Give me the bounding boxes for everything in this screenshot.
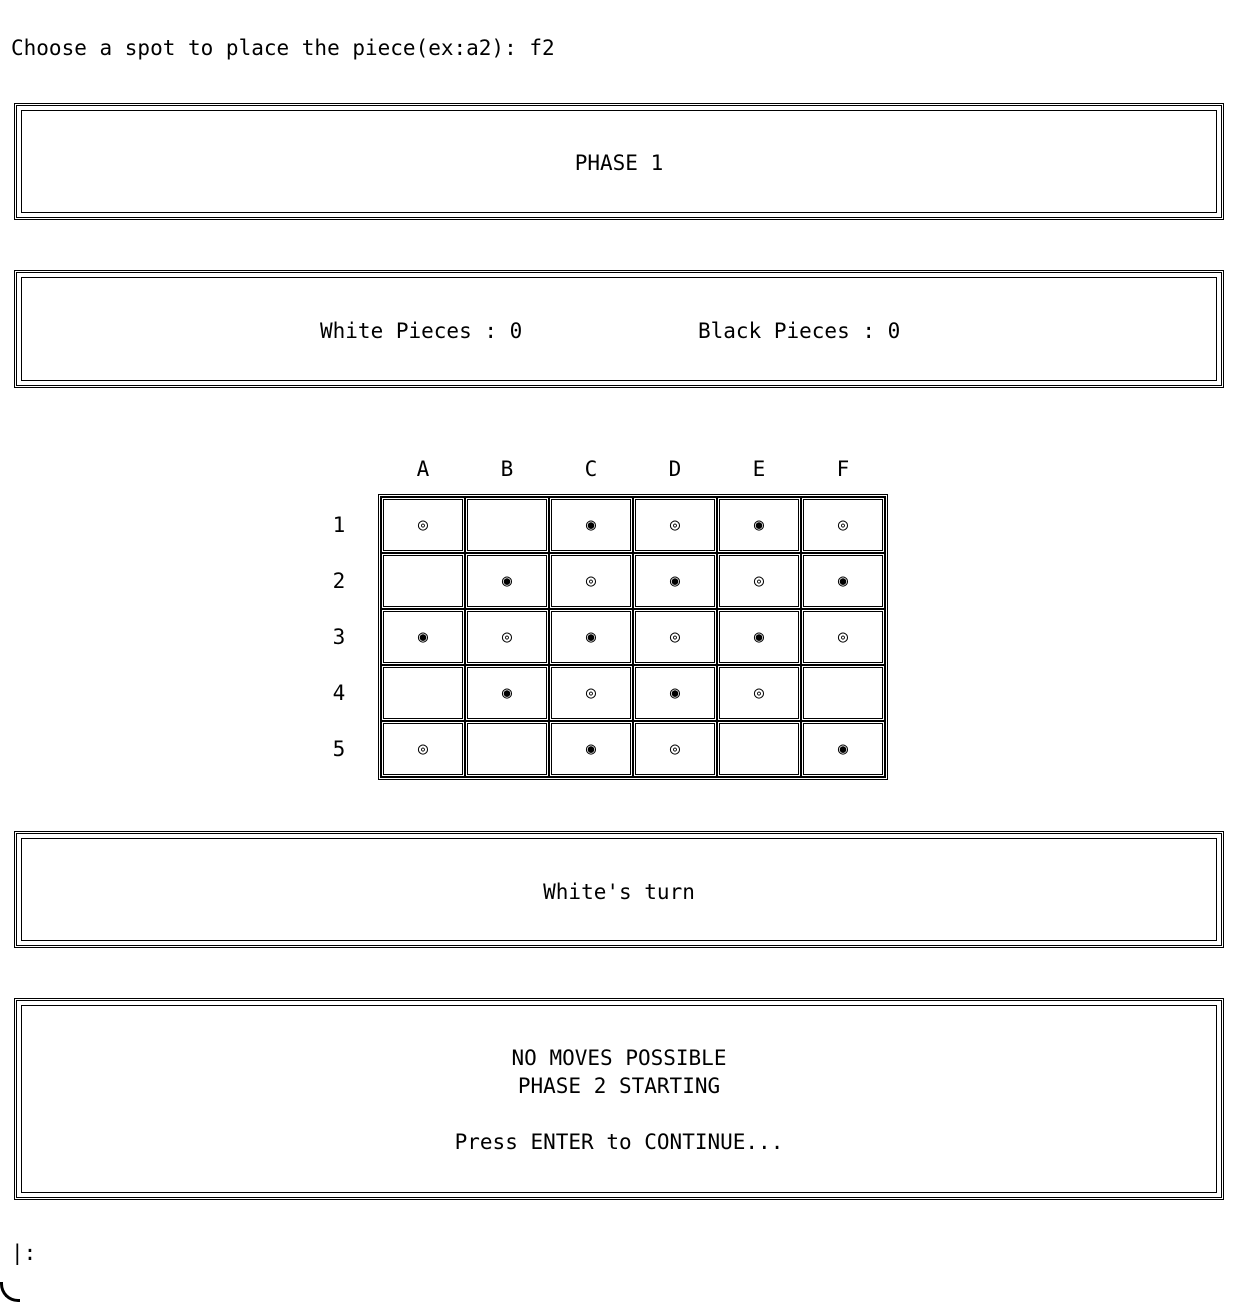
black-piece-icon: ◉ — [585, 738, 597, 759]
white-piece-icon: ◎ — [585, 682, 597, 703]
board-cell-d2: ◉ — [633, 553, 717, 609]
piece-count-box: White Pieces : 0 Black Pieces : 0 — [14, 270, 1224, 388]
board-cell-c3: ◉ — [549, 609, 633, 665]
white-pieces-count: White Pieces : 0 — [320, 319, 523, 343]
board-cell-c1: ◉ — [549, 497, 633, 553]
board-cell-e4: ◎ — [717, 665, 801, 721]
board-cell-b3: ◎ — [465, 609, 549, 665]
black-piece-icon: ◉ — [669, 682, 681, 703]
black-piece-icon: ◉ — [501, 682, 513, 703]
white-piece-icon: ◎ — [669, 514, 681, 535]
row-label-2: 2 — [332, 569, 346, 593]
white-piece-icon: ◎ — [837, 514, 849, 535]
white-piece-icon: ◎ — [753, 682, 765, 703]
turn-label: White's turn — [543, 880, 695, 904]
black-piece-icon: ◉ — [837, 570, 849, 591]
white-piece-icon: ◎ — [417, 738, 429, 759]
column-label-a: A — [416, 457, 430, 481]
window-corner — [0, 1282, 20, 1302]
black-pieces-count: Black Pieces : 0 — [698, 319, 901, 343]
column-label-d: D — [668, 457, 682, 481]
black-piece-icon: ◉ — [753, 514, 765, 535]
placement-prompt: Choose a spot to place the piece(ex:a2):… — [11, 36, 555, 60]
terminal-input-prompt[interactable]: |: — [11, 1240, 36, 1266]
board-cell-b4: ◉ — [465, 665, 549, 721]
board-cell-a4 — [381, 665, 465, 721]
board-cell-f3: ◎ — [801, 609, 885, 665]
board-cell-c2: ◎ — [549, 553, 633, 609]
column-label-f: F — [836, 457, 850, 481]
board-cell-a5: ◎ — [381, 721, 465, 777]
white-piece-icon: ◎ — [837, 626, 849, 647]
board-cell-c4: ◎ — [549, 665, 633, 721]
column-label-b: B — [500, 457, 514, 481]
row-label-3: 3 — [332, 625, 346, 649]
terminal-window: Choose a spot to place the piece(ex:a2):… — [0, 0, 1248, 1302]
board-cell-f2: ◉ — [801, 553, 885, 609]
game-board: ◎ ◉ ◎ ◉ ◎ ◉ ◎ ◉ ◎ ◉ ◉ ◎ ◉ ◎ ◉ ◎ ◉ ◎ ◉ ◎ ◎ ◉ ◎ ◉ — [378, 494, 888, 780]
row-label-4: 4 — [332, 681, 346, 705]
message-line-1: NO MOVES POSSIBLE — [511, 1046, 727, 1070]
white-piece-icon: ◎ — [585, 570, 597, 591]
board-cell-e5 — [717, 721, 801, 777]
black-piece-icon: ◉ — [585, 626, 597, 647]
phase-box: PHASE 1 — [14, 103, 1224, 220]
board-cell-e3: ◉ — [717, 609, 801, 665]
phase-label: PHASE 1 — [574, 151, 664, 175]
message-box: NO MOVES POSSIBLE PHASE 2 STARTING Press… — [14, 998, 1224, 1200]
message-line-3: Press ENTER to CONTINUE... — [454, 1130, 784, 1154]
black-piece-icon: ◉ — [585, 514, 597, 535]
white-piece-icon: ◎ — [417, 514, 429, 535]
board-cell-a1: ◎ — [381, 497, 465, 553]
message-line-2: PHASE 2 STARTING — [517, 1074, 721, 1098]
turn-box: White's turn — [14, 831, 1224, 948]
board-grid: ◎ ◉ ◎ ◉ ◎ ◉ ◎ ◉ ◎ ◉ ◉ ◎ ◉ ◎ ◉ ◎ ◉ ◎ ◉ ◎ ◎ ◉ ◎ ◉ — [381, 497, 885, 777]
board-cell-e1: ◉ — [717, 497, 801, 553]
board-cell-a2 — [381, 553, 465, 609]
black-piece-icon: ◉ — [417, 626, 429, 647]
board-cell-d3: ◎ — [633, 609, 717, 665]
board-cell-b1 — [465, 497, 549, 553]
white-piece-icon: ◎ — [501, 626, 513, 647]
black-piece-icon: ◉ — [753, 626, 765, 647]
board-cell-f4 — [801, 665, 885, 721]
board-cell-d1: ◎ — [633, 497, 717, 553]
column-label-e: E — [752, 457, 766, 481]
white-piece-icon: ◎ — [669, 738, 681, 759]
board-cell-d4: ◉ — [633, 665, 717, 721]
white-piece-icon: ◎ — [753, 570, 765, 591]
board-cell-c5: ◉ — [549, 721, 633, 777]
row-label-1: 1 — [332, 513, 346, 537]
board-cell-a3: ◉ — [381, 609, 465, 665]
board-cell-f1: ◎ — [801, 497, 885, 553]
column-label-c: C — [584, 457, 598, 481]
black-piece-icon: ◉ — [501, 570, 513, 591]
board-cell-d5: ◎ — [633, 721, 717, 777]
white-piece-icon: ◎ — [669, 626, 681, 647]
board-cell-b2: ◉ — [465, 553, 549, 609]
black-piece-icon: ◉ — [837, 738, 849, 759]
black-piece-icon: ◉ — [669, 570, 681, 591]
board-cell-e2: ◎ — [717, 553, 801, 609]
row-label-5: 5 — [332, 737, 346, 761]
board-cell-f5: ◉ — [801, 721, 885, 777]
board-cell-b5 — [465, 721, 549, 777]
